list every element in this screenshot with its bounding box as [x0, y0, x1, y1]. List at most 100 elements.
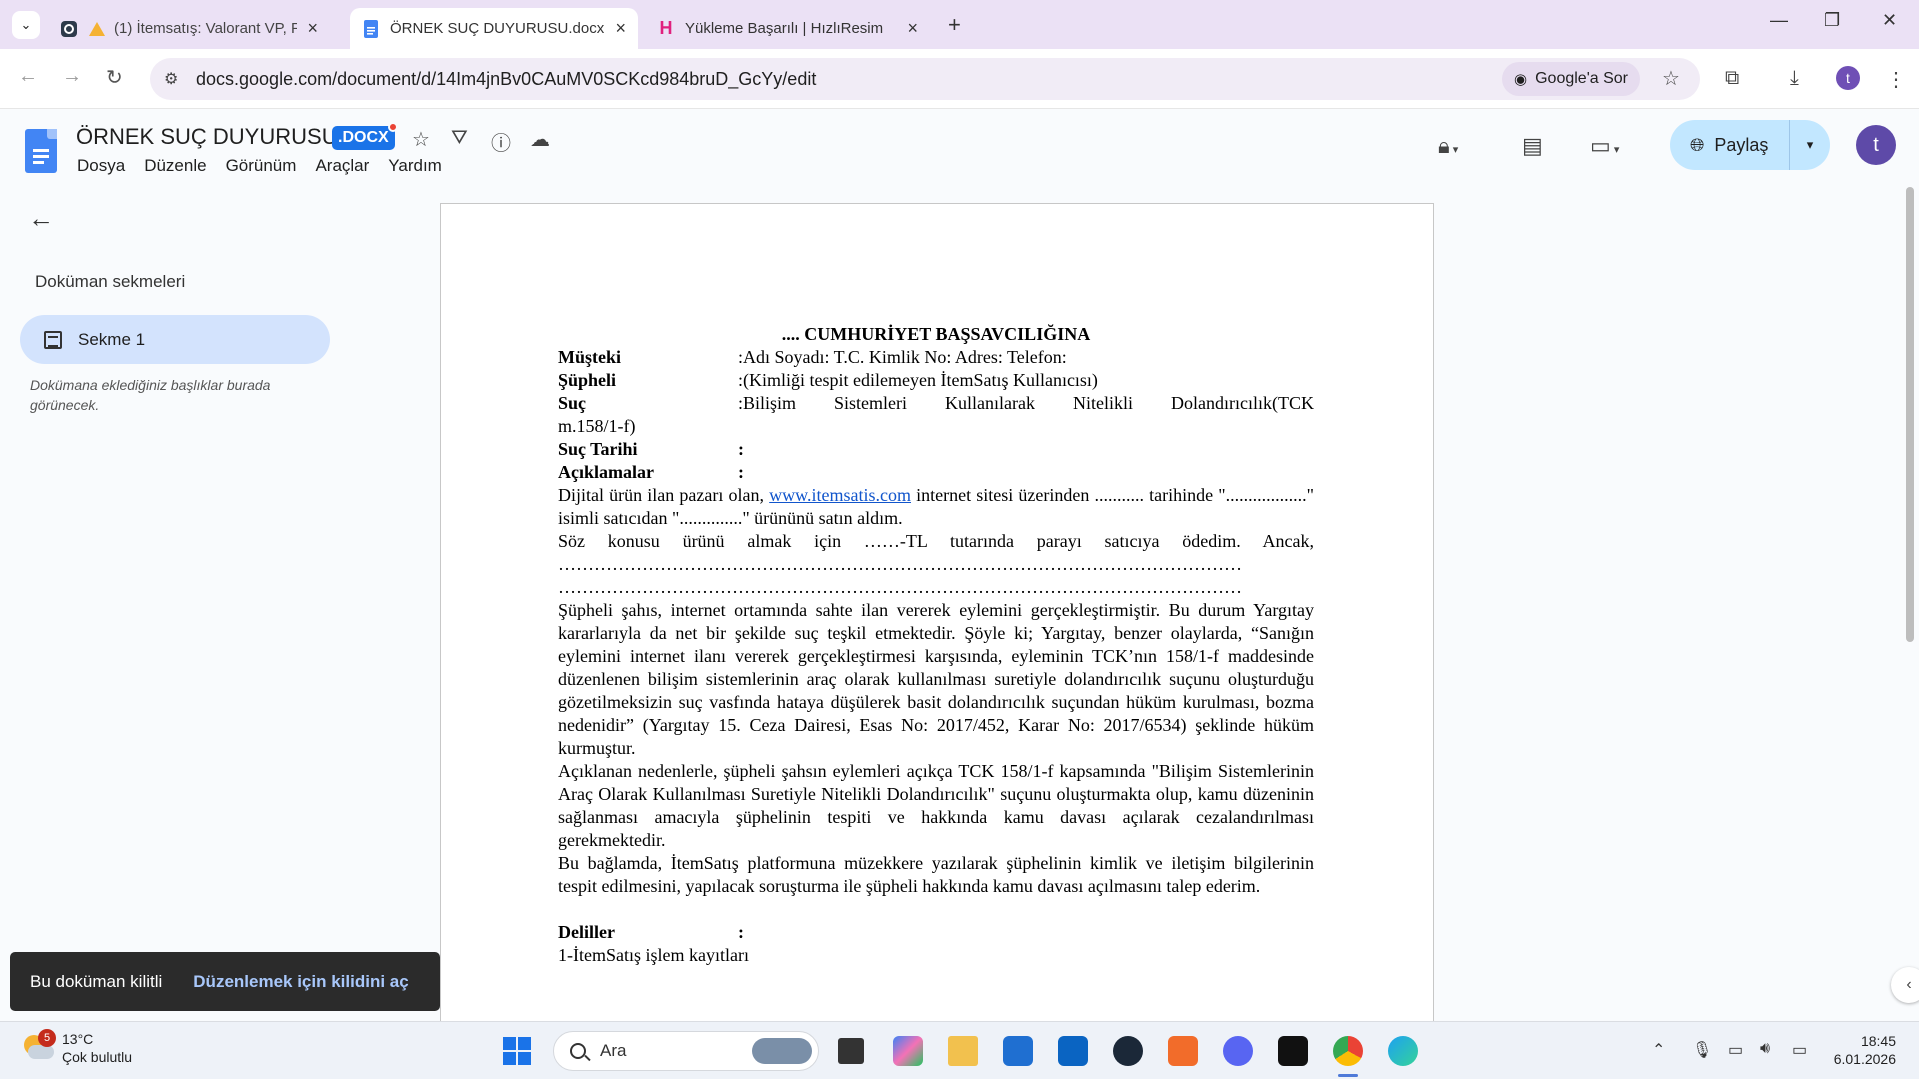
- microsoft-store-icon[interactable]: [1003, 1036, 1033, 1066]
- file-explorer-icon[interactable]: [948, 1036, 978, 1066]
- url-text[interactable]: docs.google.com/document/d/14Im4jnBv0CAu…: [196, 69, 816, 90]
- unlock-to-edit-button[interactable]: Düzenlemek için kilidini aç: [193, 972, 408, 992]
- copilot-icon[interactable]: [893, 1036, 923, 1066]
- docs-header: ÖRNEK SUÇ DUYURUSU .DOCX ☆ ⛛ ⓘ ☁ Dosya D…: [0, 109, 1919, 189]
- hizliresim-favicon-icon: H: [659, 18, 673, 38]
- menu-dosya[interactable]: Dosya: [77, 156, 125, 176]
- comments-icon[interactable]: ▤: [1522, 133, 1543, 159]
- evidence-item-1: 1-İtemSatış işlem kayıtları: [558, 945, 749, 965]
- start-icon[interactable]: [502, 1036, 532, 1066]
- field-value: :: [738, 922, 744, 942]
- field-value: :Adı Soyadı: T.C. Kimlik No: Adres: Tele…: [738, 347, 1067, 367]
- itemsatis-link[interactable]: www.itemsatis.com: [769, 485, 911, 505]
- profile-letter: t: [1846, 70, 1850, 86]
- microphone-icon[interactable]: 🎙︎: [1692, 1040, 1712, 1060]
- browser-menu-icon[interactable]: ⋮: [1886, 67, 1906, 92]
- paragraph-5: Bu bağlamda, İtemSatış platformuna müzek…: [558, 853, 1314, 896]
- address-bar[interactable]: ⚙ docs.google.com/document/d/14Im4jnBv0C…: [150, 58, 1700, 100]
- share-button[interactable]: 🌐︎ Paylaş ▾: [1670, 120, 1830, 170]
- restore-icon[interactable]: ❐: [1824, 10, 1840, 31]
- field-aciklamalar: Açıklamalar:: [558, 461, 1314, 484]
- sidebar-item-label: Sekme 1: [78, 329, 146, 349]
- info-icon[interactable]: ⓘ: [491, 127, 511, 156]
- chrome-active-indicator: [1338, 1074, 1358, 1077]
- vertical-scrollbar[interactable]: [1906, 187, 1914, 642]
- new-tab-icon[interactable]: +: [948, 12, 961, 38]
- tray-overflow-icon[interactable]: ⌃: [1652, 1040, 1665, 1060]
- minimize-icon[interactable]: —: [1770, 10, 1788, 31]
- tab-hizliresim[interactable]: H Yükleme Başarılı | HızlıResim ×: [645, 8, 930, 49]
- field-suc: Suç:Bilişim Sistemleri Kullanılarak Nite…: [558, 392, 1314, 415]
- docs-logo-icon[interactable]: [25, 129, 57, 173]
- tab-itemsatis[interactable]: (1) İtemsatış: Valorant VP, P ×: [48, 8, 330, 49]
- sidebar-item-sekme-1[interactable]: Sekme 1: [20, 315, 330, 364]
- edge-icon[interactable]: [1388, 1036, 1418, 1066]
- field-supheli: Şüpheli:(Kimliği tespit edilemeyen İtemS…: [558, 369, 1314, 392]
- battery-icon[interactable]: ▭: [1792, 1040, 1807, 1060]
- dotted-line-1: ……………………………………………………………………………………………………: [558, 554, 1242, 574]
- chrome-icon[interactable]: [1333, 1036, 1363, 1066]
- reload-icon[interactable]: ↻: [106, 65, 123, 90]
- weather-icon: 5: [20, 1029, 56, 1065]
- move-to-drive-icon[interactable]: ⛛: [451, 127, 468, 150]
- ask-google-button[interactable]: ◉ Google'a Sor: [1502, 62, 1640, 96]
- menu-duzenle[interactable]: Düzenle: [144, 156, 206, 176]
- discord-icon[interactable]: [1223, 1036, 1253, 1066]
- weather-widget[interactable]: 5 13°C Çok bulutlu: [20, 1029, 133, 1066]
- cloud-status-icon[interactable]: ☁: [530, 127, 550, 152]
- bookmark-star-icon[interactable]: ☆: [1662, 66, 1680, 91]
- task-view-icon[interactable]: [838, 1038, 864, 1064]
- docx-badge[interactable]: .DOCX: [332, 126, 395, 150]
- forward-icon[interactable]: →: [62, 65, 82, 88]
- network-icon[interactable]: ▭: [1728, 1040, 1743, 1060]
- share-dropdown-icon[interactable]: ▾: [1790, 137, 1830, 153]
- browser-profile-avatar[interactable]: t: [1836, 66, 1860, 90]
- paragraph-3: Şüpheli şahıs, internet ortamında sahte …: [558, 600, 1314, 758]
- weather-badge: 5: [38, 1029, 56, 1047]
- download-icon[interactable]: ⤓: [1790, 67, 1799, 90]
- clock-time: 18:45: [1860, 1033, 1896, 1049]
- docs-menu-bar: Dosya Düzenle Görünüm Araçlar Yardım: [77, 156, 461, 176]
- account-avatar[interactable]: t: [1856, 125, 1896, 165]
- itemsatis-favicon-icon: [60, 20, 78, 38]
- clock-date: 6.01.2026: [1833, 1051, 1896, 1067]
- menu-araclar[interactable]: Araçlar: [315, 156, 369, 176]
- dotted-line-2: ……………………………………………………………………………………………………: [558, 577, 1242, 597]
- tab-title: Yükleme Başarılı | HızlıResim: [685, 20, 884, 37]
- field-key: Suç: [558, 393, 587, 413]
- tab-search-button[interactable]: ⌄: [12, 11, 40, 39]
- app-icon[interactable]: [1168, 1036, 1198, 1066]
- document-title[interactable]: ÖRNEK SUÇ DUYURUSU: [76, 124, 338, 150]
- star-icon[interactable]: ☆: [412, 127, 430, 152]
- menu-yardim[interactable]: Yardım: [388, 156, 442, 176]
- tab-title: (1) İtemsatış: Valorant VP, P: [114, 20, 298, 37]
- close-window-icon[interactable]: ✕: [1882, 10, 1897, 31]
- back-arrow-icon[interactable]: ←: [28, 203, 54, 234]
- extensions-icon[interactable]: ⧉: [1725, 67, 1739, 90]
- chevron-down-icon: ⌄: [20, 17, 32, 32]
- document-body: .... CUMHURİYET BAŞSAVCILIĞINA Müşteki:A…: [558, 323, 1314, 967]
- side-panel-toggle-icon[interactable]: ‹: [1891, 967, 1919, 1003]
- meet-camera-icon[interactable]: ▭ ▾: [1590, 133, 1619, 159]
- tab-docs[interactable]: ÖRNEK SUÇ DUYURUSU.docx - ×: [350, 8, 638, 49]
- sidebar-note: Dokümana eklediğiniz başlıklar burada gö…: [30, 377, 271, 413]
- weather-condition: Çok bulutlu: [62, 1049, 133, 1065]
- close-tab-icon[interactable]: ×: [615, 18, 626, 39]
- taskbar-search[interactable]: Ara: [553, 1031, 819, 1071]
- site-settings-icon[interactable]: ⚙: [164, 69, 178, 89]
- steam-icon[interactable]: [1113, 1036, 1143, 1066]
- notification-dot: [388, 122, 398, 132]
- browser-tab-strip: ⌄ (1) İtemsatış: Valorant VP, P × ÖRNEK …: [0, 0, 1919, 49]
- system-clock[interactable]: 18:45 6.01.2026: [1830, 1032, 1896, 1068]
- menu-gorunum[interactable]: Görünüm: [226, 156, 297, 176]
- search-highlight-image: [752, 1038, 812, 1064]
- volume-icon[interactable]: 🔊︎: [1760, 1040, 1770, 1058]
- riot-client-icon[interactable]: [1278, 1036, 1308, 1066]
- back-icon[interactable]: ←: [18, 65, 38, 88]
- close-tab-icon[interactable]: ×: [907, 18, 918, 39]
- ask-google-label: Google'a Sor: [1535, 70, 1628, 87]
- lock-icon[interactable]: 🔒︎ ▾: [1438, 133, 1458, 159]
- locked-document-toast: Bu doküman kilitli Düzenlemek için kilid…: [10, 952, 440, 1011]
- close-tab-icon[interactable]: ×: [307, 18, 318, 39]
- outlook-icon[interactable]: [1058, 1036, 1088, 1066]
